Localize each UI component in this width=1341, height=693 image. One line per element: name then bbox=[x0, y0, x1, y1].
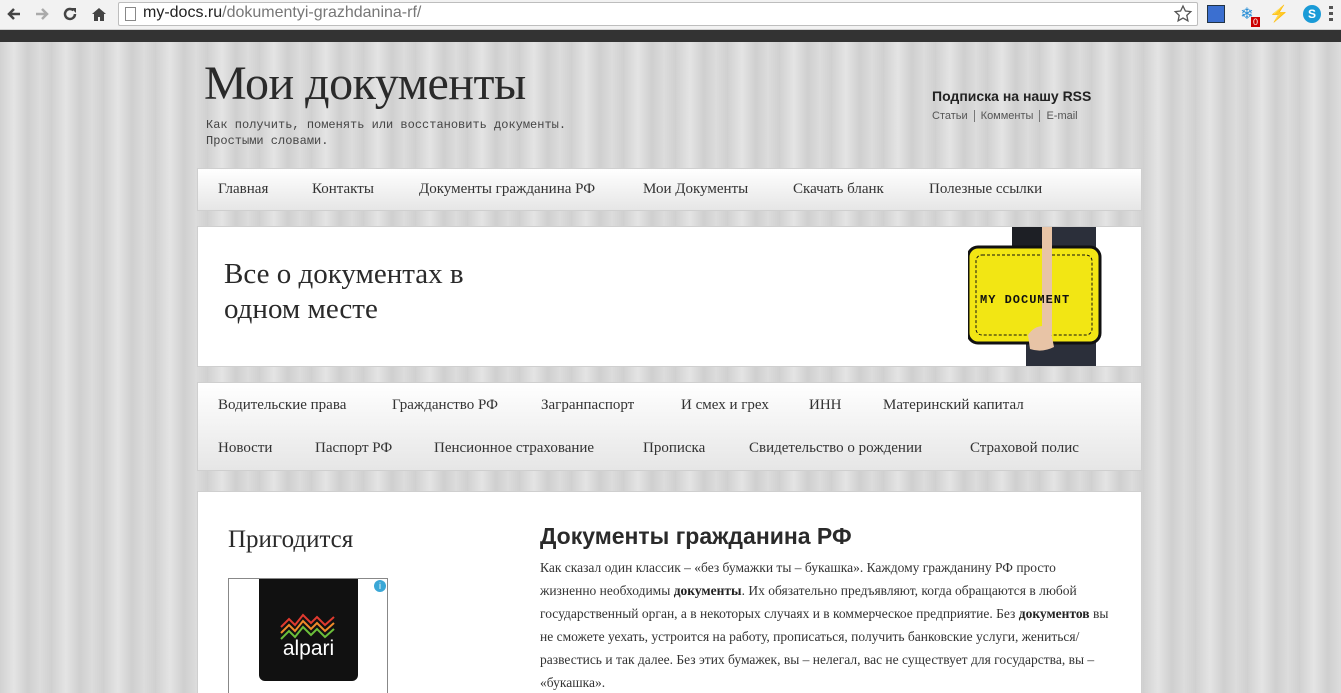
content-area: Пригодится i alpari Документы гражданина… bbox=[197, 491, 1142, 693]
top-menu: Главная Контакты Документы гражданина РФ… bbox=[197, 168, 1142, 211]
address-bar[interactable]: my-docs.ru/dokumentyi-grazhdanina-rf/ bbox=[118, 2, 1198, 26]
menu-item-home[interactable]: Главная bbox=[218, 181, 268, 198]
category-menu: Водительские права Гражданство РФ Загран… bbox=[197, 382, 1142, 471]
menu-item-download-form[interactable]: Скачать бланк bbox=[793, 181, 884, 198]
ad-brand-text: alpari bbox=[282, 637, 335, 660]
ad-info-icon[interactable]: i bbox=[374, 580, 386, 592]
rss-link-email[interactable]: E-mail bbox=[1039, 110, 1083, 122]
reload-icon[interactable] bbox=[58, 2, 82, 26]
menu-item-useful-links[interactable]: Полезные ссылки bbox=[929, 181, 1042, 198]
menu-item-my-docs[interactable]: Мои Документы bbox=[643, 181, 748, 198]
extension-badge: 0 bbox=[1250, 17, 1260, 27]
sidebar-title: Пригодится bbox=[228, 526, 354, 553]
browser-toolbar: my-docs.ru/dokumentyi-grazhdanina-rf/ ❄ … bbox=[0, 0, 1341, 30]
extension-snowflake-icon[interactable]: ❄ 0 bbox=[1236, 3, 1260, 27]
article-bold-documents-2: документов bbox=[1018, 606, 1090, 621]
extension-bolt-icon[interactable]: ⚡ bbox=[1268, 3, 1290, 25]
menu-item-contacts[interactable]: Контакты bbox=[312, 181, 374, 198]
banner-text: Все о документах в одном месте bbox=[224, 258, 464, 325]
site-tagline: Как получить, поменять или восстановить … bbox=[206, 118, 567, 148]
rss-links: Статьи Комменты E-mail bbox=[932, 110, 1084, 122]
bookmark-star-icon[interactable] bbox=[1173, 4, 1193, 29]
skype-icon[interactable]: S bbox=[1301, 3, 1323, 25]
rss-title: Подписка на нашу RSS bbox=[932, 88, 1092, 104]
cat-passport[interactable]: Паспорт РФ bbox=[315, 440, 392, 457]
cat-citizenship[interactable]: Гражданство РФ bbox=[392, 397, 498, 414]
cat-insurance-policy[interactable]: Страховой полис bbox=[970, 440, 1079, 457]
cat-driver-license[interactable]: Водительские права bbox=[218, 397, 346, 414]
banner-image: MY DOCUMENT bbox=[966, 227, 1108, 366]
url-text[interactable]: my-docs.ru/dokumentyi-grazhdanina-rf/ bbox=[143, 4, 421, 22]
back-icon[interactable] bbox=[2, 2, 26, 26]
rss-link-comments[interactable]: Комменты bbox=[973, 110, 1040, 122]
forward-icon[interactable] bbox=[30, 2, 54, 26]
cat-humor[interactable]: И смех и грех bbox=[681, 397, 769, 414]
cat-registration[interactable]: Прописка bbox=[643, 440, 705, 457]
home-icon[interactable] bbox=[87, 2, 111, 26]
menu-item-citizen-docs[interactable]: Документы гражданина РФ bbox=[419, 181, 595, 198]
cat-maternity-capital[interactable]: Материнский капитал bbox=[883, 397, 1024, 414]
extension-translate-icon[interactable] bbox=[1205, 3, 1227, 25]
rss-link-articles[interactable]: Статьи bbox=[932, 110, 974, 122]
article-bold-documents: документы bbox=[673, 583, 742, 598]
article-body: Как сказал один классик – «без бумажки т… bbox=[540, 560, 1109, 690]
browser-bottom-bar bbox=[0, 30, 1341, 42]
cat-birth-certificate[interactable]: Свидетельство о рождении bbox=[749, 440, 922, 457]
article-title: Документы гражданина РФ bbox=[540, 523, 852, 549]
site-title[interactable]: Мои документы bbox=[204, 56, 526, 111]
page-icon bbox=[125, 7, 136, 21]
sidebar-ad[interactable]: i alpari bbox=[228, 578, 388, 693]
cat-foreign-passport[interactable]: Загранпаспорт bbox=[541, 397, 634, 414]
cat-news[interactable]: Новости bbox=[218, 440, 272, 457]
menu-icon[interactable] bbox=[1324, 3, 1338, 25]
cat-inn[interactable]: ИНН bbox=[809, 397, 842, 414]
banner: Все о документах в одном месте MY DOCUME… bbox=[197, 226, 1142, 367]
cat-pension-insurance[interactable]: Пенсионное страхование bbox=[434, 440, 594, 457]
banner-image-caption: MY DOCUMENT bbox=[980, 293, 1071, 307]
alpari-logo: alpari bbox=[259, 579, 358, 681]
